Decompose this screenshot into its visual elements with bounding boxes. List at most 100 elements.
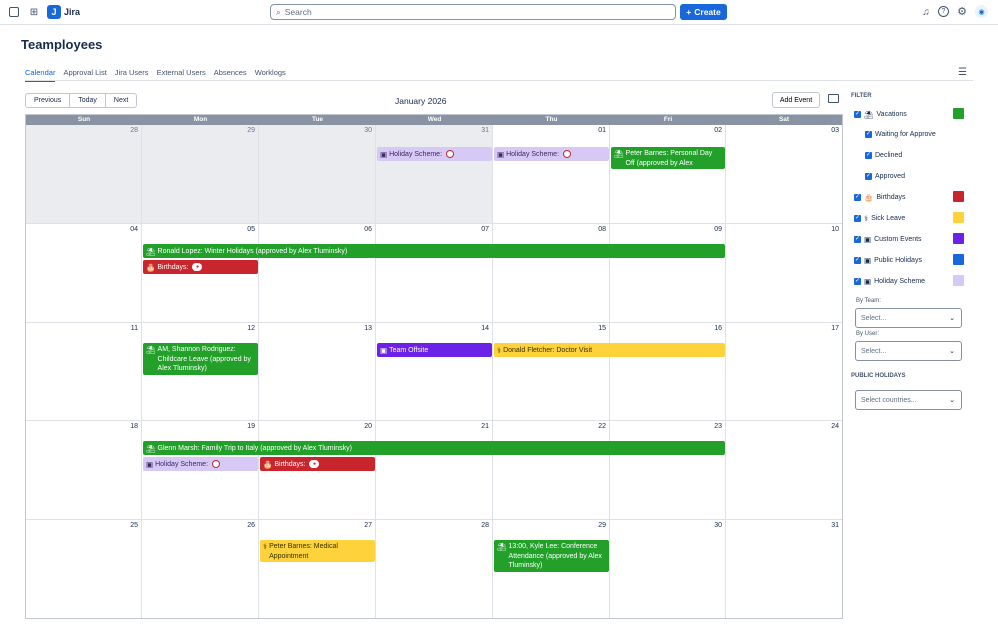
filter-item[interactable]: ✓ ⚕ Sick Leave — [854, 214, 905, 223]
plus-icon: + — [686, 7, 692, 17]
today-button[interactable]: Today — [70, 93, 106, 108]
filter-item[interactable]: ✓ Approved — [865, 173, 905, 180]
event-label: Holiday Scheme: — [155, 460, 209, 468]
previous-button[interactable]: Previous — [25, 93, 71, 108]
checkbox[interactable]: ✓ — [865, 131, 872, 138]
birthday-icon: 🎂 — [146, 262, 156, 272]
day-cell[interactable]: 01 — [493, 125, 610, 224]
filter-category-icon: ⛱ — [864, 110, 874, 119]
filter-label: Vacations — [876, 111, 907, 118]
checkbox[interactable]: ✓ — [865, 152, 872, 159]
help-icon[interactable]: ? — [938, 6, 949, 17]
day-cell[interactable]: 21 — [376, 421, 493, 520]
filter-item[interactable]: ✓ 🎂 Birthdays — [854, 193, 906, 202]
event-custom[interactable]: ▣ Team Offsite — [377, 343, 492, 357]
day-cell[interactable]: 28 — [26, 125, 142, 224]
color-swatch[interactable] — [953, 233, 964, 244]
day-number: 19 — [247, 423, 255, 430]
settings-gear-icon[interactable]: ⚙ — [956, 5, 968, 18]
day-cell[interactable]: 17 — [726, 323, 842, 421]
filter-item[interactable]: ✓ Waiting for Approve — [865, 131, 936, 138]
event-sick[interactable]: ⚕ Peter Barnes: Medical Appointment — [260, 540, 375, 562]
event-holiday-scheme[interactable]: ▣ Holiday Scheme: — [494, 147, 609, 161]
day-number: 20 — [364, 423, 372, 430]
day-cell[interactable]: 28 — [376, 520, 493, 618]
color-swatch[interactable] — [953, 254, 964, 265]
day-number: 23 — [714, 423, 722, 430]
day-cell[interactable]: 02 — [610, 125, 726, 224]
event-birthday[interactable]: 🎂 Birthdays: ● — [260, 457, 375, 471]
day-cell[interactable]: 10 — [726, 224, 842, 323]
notifications-bell-icon[interactable]: ♫ — [920, 6, 932, 18]
day-cell[interactable]: 09 — [610, 224, 726, 323]
birthday-icon: 🎂 — [263, 459, 273, 469]
day-cell[interactable]: 03 — [726, 125, 842, 224]
checkbox[interactable]: ✓ — [854, 278, 861, 285]
day-cell[interactable]: 30 — [610, 520, 726, 618]
color-swatch[interactable] — [953, 191, 964, 202]
event-vacation[interactable]: ⛱ Glenn Marsh: Family Trip to Italy (appr… — [143, 441, 725, 455]
checkbox[interactable]: ✓ — [854, 194, 861, 201]
day-number: 26 — [247, 522, 255, 529]
event-birthday[interactable]: 🎂 Birthdays: ● — [143, 260, 258, 274]
color-swatch[interactable] — [953, 275, 964, 286]
day-cell[interactable]: 18 — [26, 421, 142, 520]
checkbox[interactable]: ✓ — [854, 236, 861, 243]
day-cell[interactable]: 24 — [726, 421, 842, 520]
event-vacation[interactable]: ⛱ AM, Shannon Rodriguez: Childcare Leave … — [143, 343, 258, 375]
checkbox[interactable]: ✓ — [854, 257, 861, 264]
day-cell[interactable]: 14 — [376, 323, 493, 421]
day-cell[interactable]: 26 — [142, 520, 259, 618]
day-cell[interactable]: 31 — [376, 125, 493, 224]
checkbox[interactable]: ✓ — [854, 215, 861, 222]
event-label: Donald Fletcher: Doctor Visit — [503, 346, 593, 354]
day-cell[interactable]: 13 — [259, 323, 376, 421]
day-cell[interactable]: 23 — [610, 421, 726, 520]
filter-item[interactable]: ✓ Declined — [865, 152, 902, 159]
day-cell[interactable]: 31 — [726, 520, 842, 618]
event-holiday-scheme[interactable]: ▣ Holiday Scheme: — [377, 147, 492, 161]
event-holiday-scheme[interactable]: ▣ Holiday Scheme: — [143, 457, 258, 471]
day-cell[interactable]: 11 — [26, 323, 142, 421]
day-cell[interactable]: 15 — [493, 323, 610, 421]
checkbox[interactable]: ✓ — [854, 111, 861, 118]
country-flag-icon — [563, 150, 572, 158]
by-user-label: By User: — [856, 331, 880, 337]
panel-toggle-icon[interactable] — [828, 94, 839, 103]
create-label: Create — [694, 7, 721, 17]
by-user-select[interactable]: Select... ⌄ — [855, 341, 962, 361]
day-cell[interactable]: 07 — [376, 224, 493, 323]
day-cell[interactable]: 29 — [142, 125, 259, 224]
filter-item[interactable]: ✓ ▣ Custom Events — [854, 235, 922, 244]
user-avatar[interactable]: ◉ — [975, 5, 988, 18]
sliders-settings-icon[interactable]: ☰ — [957, 67, 968, 78]
filter-item[interactable]: ✓ ⛱ Vacations — [854, 110, 907, 119]
day-cell[interactable]: 06 — [259, 224, 376, 323]
event-vacation[interactable]: ⛱ Ronald Lopez: Winter Holidays (approved… — [143, 244, 725, 258]
app-switcher-icon[interactable]: ⊞ — [28, 6, 40, 18]
day-cell[interactable]: 30 — [259, 125, 376, 224]
day-header-sun: Sun — [77, 116, 91, 123]
color-swatch[interactable] — [953, 212, 964, 223]
filter-item[interactable]: ✓ ▣ Holiday Scheme — [854, 277, 925, 286]
event-vacation[interactable]: ⛱ 13:00, Kyle Lee: Conference Attendance … — [494, 540, 609, 572]
day-cell[interactable]: 08 — [493, 224, 610, 323]
day-cell[interactable]: 22 — [493, 421, 610, 520]
day-cell[interactable]: 04 — [26, 224, 142, 323]
event-sick[interactable]: ⚕ Donald Fletcher: Doctor Visit — [494, 343, 725, 357]
by-team-select[interactable]: Select... ⌄ — [855, 308, 962, 328]
day-cell[interactable]: 27 — [259, 520, 376, 618]
sidebar-toggle-icon[interactable] — [9, 7, 19, 17]
next-button[interactable]: Next — [105, 93, 138, 108]
event-vacation[interactable]: ⛱ Peter Barnes: Personal Day Off (approve… — [611, 147, 725, 169]
checkbox[interactable]: ✓ — [865, 173, 872, 180]
countries-select[interactable]: Select countries... ⌄ — [855, 390, 962, 410]
day-cell[interactable]: 25 — [26, 520, 142, 618]
day-cell[interactable]: 16 — [610, 323, 726, 421]
create-button[interactable]: + Create — [680, 4, 727, 20]
filter-item[interactable]: ✓ ▣ Public Holidays — [854, 256, 922, 265]
search-input[interactable]: ⌕ Search — [270, 4, 676, 20]
color-swatch[interactable] — [953, 108, 964, 119]
jira-logo[interactable]: J — [47, 5, 61, 19]
add-event-button[interactable]: Add Event — [772, 92, 820, 108]
